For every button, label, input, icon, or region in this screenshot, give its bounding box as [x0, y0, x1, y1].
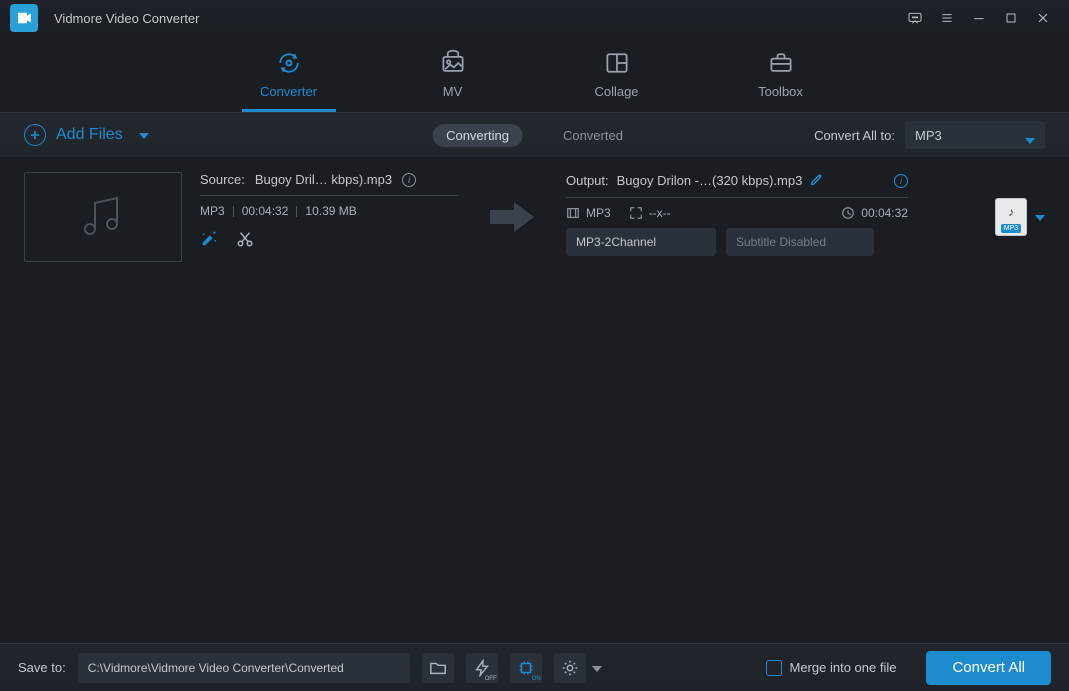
on-badge: ON — [532, 676, 541, 682]
format-tile[interactable]: ♪ MP3 — [995, 198, 1027, 236]
save-path-value: C:\Vidmore\Vidmore Video Converter\Conve… — [88, 661, 344, 675]
maximize-button[interactable] — [995, 2, 1027, 34]
film-icon — [566, 206, 580, 220]
tab-converting[interactable]: Converting — [432, 124, 523, 147]
nav-label: Toolbox — [758, 84, 803, 99]
source-info-icon[interactable]: i — [402, 173, 416, 187]
music-note-icon — [73, 193, 133, 241]
chevron-down-icon[interactable] — [592, 659, 602, 677]
output-label: Output: — [566, 173, 609, 188]
divider — [566, 197, 908, 198]
close-button[interactable] — [1027, 2, 1059, 34]
note-icon: ♪ — [1008, 205, 1014, 219]
add-files-label: Add Files — [56, 126, 123, 144]
quick-convert-button[interactable]: OFF — [466, 653, 498, 683]
output-duration: 00:04:32 — [861, 206, 908, 220]
output-resolution: --x-- — [649, 206, 671, 220]
merge-label: Merge into one file — [790, 660, 897, 675]
chevron-down-icon — [1025, 132, 1035, 138]
mv-icon — [438, 48, 468, 78]
audio-track-dropdown[interactable]: MP3-2Channel — [566, 228, 716, 256]
minimize-button[interactable] — [963, 2, 995, 34]
plus-icon — [24, 124, 46, 146]
checkbox-icon — [766, 660, 782, 676]
app-logo — [10, 4, 38, 32]
divider — [200, 195, 458, 196]
off-badge: OFF — [485, 676, 497, 682]
nav-mv[interactable]: MV — [406, 48, 500, 112]
merge-checkbox[interactable]: Merge into one file — [766, 660, 897, 676]
toolbox-icon — [766, 48, 796, 78]
convert-all-to-value: MP3 — [915, 128, 942, 143]
source-filename: Bugoy Dril… kbps).mp3 — [255, 172, 392, 187]
output-filename: Bugoy Drilon -…(320 kbps).mp3 — [617, 173, 803, 188]
convert-all-button[interactable]: Convert All — [926, 651, 1051, 685]
nav-label: Converter — [260, 84, 317, 99]
subtitle-value: Subtitle Disabled — [736, 235, 826, 249]
chevron-down-icon — [139, 126, 149, 144]
edit-name-icon[interactable] — [810, 172, 824, 189]
nav-toolbox[interactable]: Toolbox — [734, 48, 828, 112]
nav-collage[interactable]: Collage — [570, 48, 664, 112]
open-folder-button[interactable] — [422, 653, 454, 683]
add-files-button[interactable]: Add Files — [24, 124, 149, 146]
tab-converted[interactable]: Converted — [549, 124, 637, 147]
resolution-icon — [629, 206, 643, 220]
audio-track-value: MP3-2Channel — [576, 235, 656, 249]
hardware-accel-button[interactable]: ON — [510, 653, 542, 683]
source-size: 10.39 MB — [305, 204, 356, 218]
save-path-dropdown[interactable]: C:\Vidmore\Vidmore Video Converter\Conve… — [78, 653, 410, 683]
cut-icon[interactable] — [236, 230, 254, 253]
subtitle-dropdown[interactable]: Subtitle Disabled — [726, 228, 874, 256]
output-format: MP3 — [586, 206, 611, 220]
app-title: Vidmore Video Converter — [54, 11, 200, 26]
source-format: MP3 — [200, 204, 225, 218]
nav-converter[interactable]: Converter — [242, 48, 336, 112]
output-info-icon[interactable]: i — [894, 174, 908, 188]
save-to-label: Save to: — [18, 660, 66, 675]
source-label: Source: — [200, 172, 245, 187]
format-tag: MP3 — [1001, 224, 1021, 233]
nav-label: MV — [443, 84, 463, 99]
convert-all-to-dropdown[interactable]: MP3 — [905, 121, 1045, 149]
settings-button[interactable] — [554, 653, 586, 683]
file-item: Source: Bugoy Dril… kbps).mp3 i MP3 00:0… — [24, 172, 1045, 262]
menu-button[interactable] — [931, 2, 963, 34]
enhance-icon[interactable] — [200, 230, 218, 253]
format-dropdown[interactable] — [1035, 208, 1045, 226]
convert-all-to-label: Convert All to: — [814, 128, 895, 143]
clock-icon — [841, 206, 855, 220]
feedback-button[interactable] — [899, 2, 931, 34]
nav-label: Collage — [594, 84, 638, 99]
collage-icon — [602, 48, 632, 78]
file-thumbnail[interactable] — [24, 172, 182, 262]
arrow-icon — [476, 172, 548, 262]
converter-icon — [274, 48, 304, 78]
source-duration: 00:04:32 — [242, 204, 289, 218]
